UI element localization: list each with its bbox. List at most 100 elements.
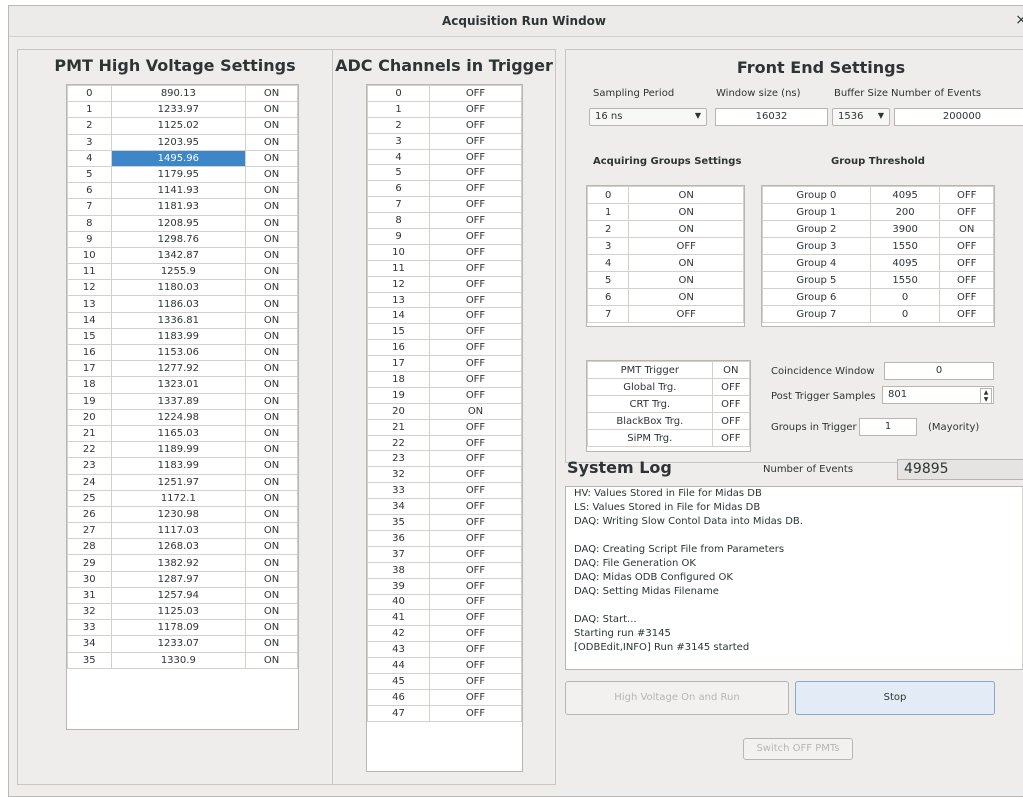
state-cell[interactable]: OFF — [429, 243, 522, 261]
channel-cell[interactable]: 33 — [67, 619, 112, 637]
voltage-cell[interactable]: 1224.98 — [110, 408, 247, 426]
hv-row[interactable]: 8 1208.95 ON — [67, 214, 298, 232]
state-cell[interactable]: ON — [245, 84, 298, 103]
voltage-cell[interactable]: 1183.99 — [110, 457, 247, 475]
channel-cell[interactable]: 10 — [67, 246, 112, 265]
state-cell[interactable]: ON — [628, 271, 744, 289]
state-cell[interactable]: ON — [711, 361, 751, 379]
channel-cell[interactable]: 20 — [367, 402, 430, 420]
state-cell[interactable]: ON — [245, 149, 298, 167]
state-cell[interactable]: ON — [245, 570, 298, 588]
channel-cell[interactable]: 16 — [67, 343, 112, 362]
channel-cell[interactable]: 38 — [367, 561, 430, 579]
adc-row[interactable]: 4 OFF — [367, 148, 522, 166]
channel-cell[interactable]: 41 — [367, 609, 430, 627]
channel-cell[interactable]: 4 — [367, 148, 430, 166]
adc-row[interactable]: 8 OFF — [367, 212, 522, 230]
hv-row[interactable]: 3 1203.95 ON — [67, 133, 298, 151]
channel-cell[interactable]: 6 — [67, 182, 112, 200]
adc-row[interactable]: 43 OFF — [367, 641, 522, 659]
threshold-cell[interactable]: 200 — [869, 203, 941, 221]
hv-row[interactable]: 5 1179.95 ON — [67, 165, 298, 184]
hv-row[interactable]: 25 1172.1 ON — [67, 489, 298, 507]
hv-row[interactable]: 28 1268.03 ON — [67, 538, 298, 556]
state-cell[interactable]: OFF — [429, 116, 522, 134]
voltage-cell[interactable]: 1277.92 — [110, 360, 247, 378]
state-cell[interactable]: ON — [245, 198, 298, 216]
channel-cell[interactable]: 40 — [367, 593, 430, 611]
hv-row[interactable]: 31 1257.94 ON — [67, 586, 298, 605]
channel-cell[interactable]: 3 — [67, 133, 112, 151]
hv-row[interactable]: 21 1165.03 ON — [67, 424, 298, 443]
buffer-size-select[interactable]: 1536 ▼ — [832, 108, 890, 126]
hv-row[interactable]: 33 1178.09 ON — [67, 619, 298, 637]
state-cell[interactable]: OFF — [711, 412, 751, 430]
state-cell[interactable]: ON — [245, 263, 298, 281]
channel-cell[interactable]: 3 — [367, 132, 430, 150]
state-cell[interactable]: OFF — [429, 704, 522, 722]
channel-cell[interactable]: 29 — [67, 554, 112, 572]
adc-row[interactable]: 37 OFF — [367, 545, 522, 563]
adc-row[interactable]: 19 OFF — [367, 386, 522, 404]
trigger-row[interactable]: Global Trg. OFF — [587, 378, 751, 396]
channel-cell[interactable]: 39 — [367, 577, 430, 595]
voltage-cell[interactable]: 1233.07 — [110, 635, 247, 653]
channel-cell[interactable]: 15 — [367, 323, 430, 341]
channel-cell[interactable]: 0 — [67, 84, 112, 103]
adc-row[interactable]: 45 OFF — [367, 672, 522, 690]
state-cell[interactable]: OFF — [429, 275, 522, 293]
channel-cell[interactable]: 22 — [367, 434, 430, 452]
state-cell[interactable]: OFF — [429, 196, 522, 214]
hv-row[interactable]: 17 1277.92 ON — [67, 360, 298, 378]
channel-cell[interactable]: 27 — [67, 522, 112, 540]
channel-cell[interactable]: 12 — [367, 275, 430, 293]
voltage-cell[interactable]: 1298.76 — [110, 230, 247, 248]
state-cell[interactable]: OFF — [429, 291, 522, 309]
state-cell[interactable]: OFF — [429, 482, 522, 500]
voltage-cell[interactable]: 1172.1 — [110, 489, 247, 507]
threshold-cell[interactable]: 1550 — [869, 271, 941, 289]
trigger-row[interactable]: PMT Trigger ON — [587, 361, 751, 379]
threshold-cell[interactable]: 0 — [869, 305, 941, 323]
adc-row[interactable]: 3 OFF — [367, 132, 522, 150]
channel-cell[interactable]: 14 — [67, 311, 112, 329]
state-cell[interactable]: ON — [628, 254, 744, 272]
adc-row[interactable]: 16 OFF — [367, 339, 522, 357]
group-name-cell[interactable]: Group 1 — [762, 203, 871, 221]
channel-cell[interactable]: 43 — [367, 641, 430, 659]
trigger-row[interactable]: SiPM Trg. OFF — [587, 429, 751, 447]
voltage-cell[interactable]: 1382.92 — [110, 554, 247, 572]
trigger-name-cell[interactable]: CRT Trg. — [587, 395, 713, 413]
state-cell[interactable]: ON — [245, 214, 298, 232]
channel-cell[interactable]: 26 — [67, 505, 112, 524]
state-cell[interactable]: OFF — [939, 237, 994, 255]
state-cell[interactable]: ON — [245, 311, 298, 329]
channel-cell[interactable]: 7 — [367, 196, 430, 214]
state-cell[interactable]: ON — [245, 619, 298, 637]
group-row[interactable]: 1 ON — [586, 203, 744, 221]
channel-cell[interactable]: 46 — [367, 688, 430, 706]
adc-row[interactable]: 47 OFF — [367, 704, 522, 722]
channel-cell[interactable]: 18 — [367, 371, 430, 388]
channel-cell[interactable]: 17 — [367, 355, 430, 373]
adc-row[interactable]: 10 OFF — [367, 243, 522, 261]
state-cell[interactable]: ON — [245, 165, 298, 184]
state-cell[interactable]: OFF — [429, 657, 522, 674]
group-name-cell[interactable]: Group 0 — [762, 186, 871, 204]
hv-row[interactable]: 0 890.13 ON — [67, 84, 298, 103]
state-cell[interactable]: OFF — [429, 545, 522, 563]
group-row[interactable]: 6 ON — [586, 288, 744, 306]
state-cell[interactable]: ON — [245, 651, 298, 669]
channel-cell[interactable]: 45 — [367, 672, 430, 690]
state-cell[interactable]: ON — [245, 360, 298, 378]
voltage-cell[interactable]: 1165.03 — [110, 424, 247, 443]
channel-cell[interactable]: 34 — [67, 635, 112, 653]
state-cell[interactable]: ON — [245, 554, 298, 572]
channel-cell[interactable]: 30 — [67, 570, 112, 588]
channel-cell[interactable]: 25 — [67, 489, 112, 507]
state-cell[interactable]: OFF — [939, 288, 994, 306]
state-cell[interactable]: OFF — [429, 132, 522, 150]
state-cell[interactable]: OFF — [939, 254, 994, 272]
state-cell[interactable]: ON — [245, 505, 298, 524]
group-name-cell[interactable]: Group 3 — [762, 237, 871, 255]
